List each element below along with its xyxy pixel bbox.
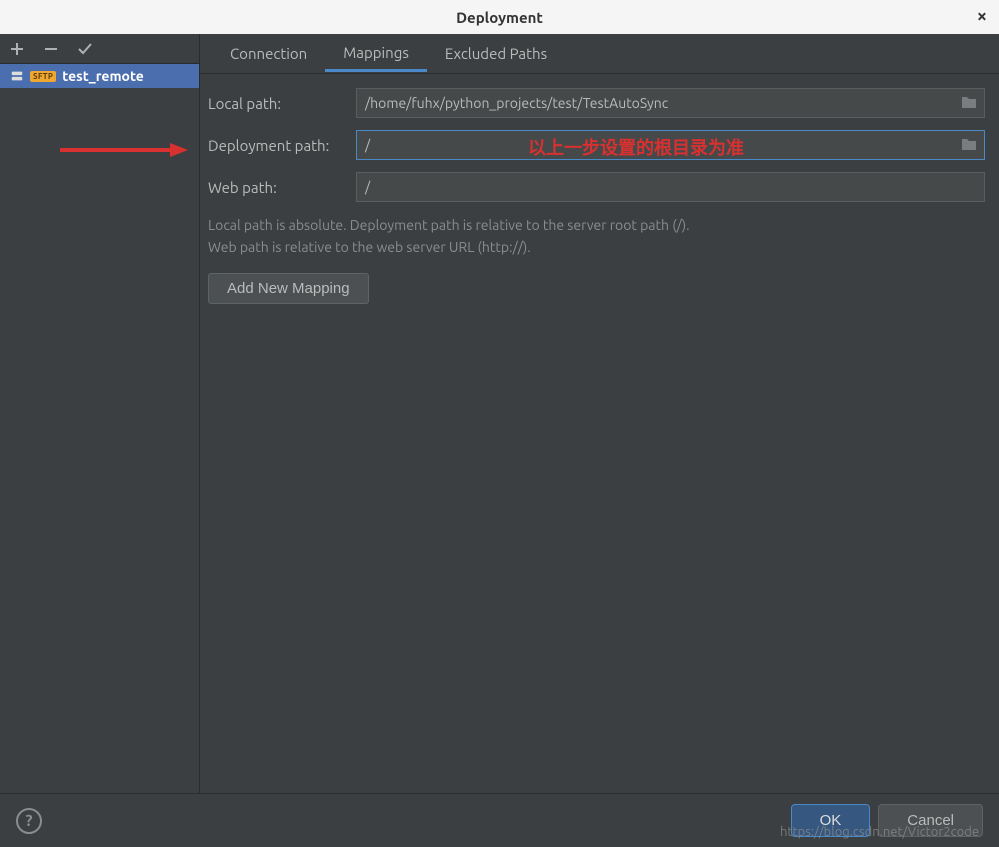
row-deployment-path: Deployment path: (208, 130, 985, 160)
help-icon[interactable]: ? (16, 808, 42, 834)
deployment-path-label: Deployment path: (208, 137, 348, 154)
main-container: SFTP test_remote Connection Mappings Exc… (0, 34, 999, 793)
local-path-input-wrap (356, 88, 985, 118)
server-name: test_remote (62, 68, 144, 84)
web-path-label: Web path: (208, 179, 348, 196)
web-path-input-wrap (356, 172, 985, 202)
local-path-label: Local path: (208, 95, 348, 112)
form-area: Local path: Deployment path: (200, 74, 999, 304)
close-icon[interactable]: × (977, 6, 987, 26)
footer: ? OK Cancel (0, 793, 999, 847)
server-icon (10, 69, 24, 83)
tab-connection[interactable]: Connection (212, 37, 325, 70)
sftp-badge: SFTP (30, 71, 56, 82)
check-icon[interactable] (76, 40, 94, 58)
tabs: Connection Mappings Excluded Paths (200, 34, 999, 74)
sidebar: SFTP test_remote (0, 34, 200, 793)
add-server-icon[interactable] (8, 40, 26, 58)
tab-excluded-paths[interactable]: Excluded Paths (427, 37, 565, 70)
folder-icon[interactable] (961, 95, 977, 112)
content-panel: Connection Mappings Excluded Paths Local… (200, 34, 999, 793)
footer-buttons: OK Cancel (791, 804, 983, 837)
title-bar: Deployment × (0, 0, 999, 34)
row-local-path: Local path: (208, 88, 985, 118)
help-line-2: Web path is relative to the web server U… (208, 236, 985, 258)
cancel-button[interactable]: Cancel (878, 804, 983, 837)
add-new-mapping-button[interactable]: Add New Mapping (208, 273, 369, 304)
web-path-input[interactable] (356, 172, 985, 202)
sidebar-toolbar (0, 34, 199, 64)
folder-icon[interactable] (961, 137, 977, 154)
ok-button[interactable]: OK (791, 804, 871, 837)
tab-mappings[interactable]: Mappings (325, 36, 427, 72)
local-path-input[interactable] (356, 88, 985, 118)
help-text: Local path is absolute. Deployment path … (208, 214, 985, 259)
row-web-path: Web path: (208, 172, 985, 202)
deployment-path-input[interactable] (356, 130, 985, 160)
sidebar-server-item[interactable]: SFTP test_remote (0, 64, 199, 88)
help-line-1: Local path is absolute. Deployment path … (208, 214, 985, 236)
deployment-path-input-wrap (356, 130, 985, 160)
dialog-title: Deployment (456, 9, 543, 26)
remove-server-icon[interactable] (42, 40, 60, 58)
